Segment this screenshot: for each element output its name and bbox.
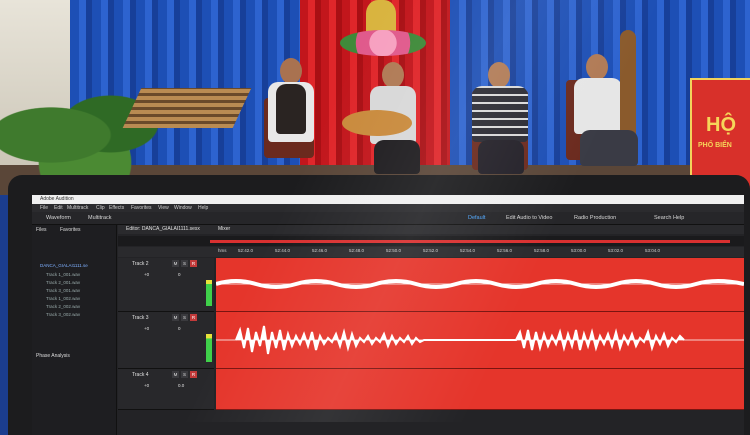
pan-value[interactable]: 0.0	[178, 383, 184, 388]
ruler-tick: 52:46.0	[312, 248, 328, 253]
workspace-radio-production[interactable]: Radio Production	[574, 212, 616, 224]
level-meter	[206, 334, 212, 362]
record-button[interactable]: R	[190, 314, 197, 321]
menu-view[interactable]: View	[158, 204, 169, 212]
record-button[interactable]: R	[190, 371, 197, 378]
editor-header: Editor: DANCA_GIALAI1111.sesx Mixer	[118, 225, 744, 234]
volume-value[interactable]: +0	[144, 326, 149, 331]
session-overview[interactable]	[118, 236, 744, 246]
title-bar: Adobe Audition	[32, 195, 744, 204]
time-units: hms	[218, 248, 227, 253]
app-title: Adobe Audition	[40, 196, 74, 202]
track-lane[interactable]	[216, 312, 744, 369]
menu-edit[interactable]: Edit	[54, 204, 63, 212]
flower-arrangement	[340, 30, 426, 56]
banner-subtitle: PHỐ BIỂN	[698, 142, 732, 149]
solo-button[interactable]: S	[181, 314, 188, 321]
pan-value[interactable]: 0	[178, 272, 181, 277]
menu-bar: File Edit Multitrack Clip Effects Favori…	[32, 204, 744, 212]
file-item[interactable]: Track 1_001.wav	[46, 272, 80, 277]
file-item[interactable]: Track 3_001.wav	[46, 288, 80, 293]
menu-window[interactable]: Window	[174, 204, 192, 212]
ruler-tick: 52:56.0	[497, 248, 513, 253]
menu-effects[interactable]: Effects	[109, 204, 124, 212]
file-item[interactable]: Track 3_002.wav	[46, 312, 80, 317]
volume-value[interactable]: +0	[144, 383, 149, 388]
track-lane[interactable]	[216, 258, 744, 312]
banner-title: HỘ	[706, 114, 736, 136]
solo-button[interactable]: S	[181, 371, 188, 378]
track-name[interactable]: Track 4	[132, 372, 148, 378]
track-header: Track 4 M S R +0 0.0	[118, 369, 214, 410]
track-header: Track 2 M S R +0 0	[118, 258, 214, 312]
ruler-tick: 52:50.0	[386, 248, 402, 253]
menu-clip[interactable]: Clip	[96, 204, 105, 212]
favorites-tab[interactable]: Favorites	[60, 227, 81, 233]
track-name[interactable]: Track 3	[132, 315, 148, 321]
solo-button[interactable]: S	[181, 260, 188, 267]
file-item[interactable]: Track 2_002.wav	[46, 304, 80, 309]
phase-analysis-panel[interactable]: Phase Analysis	[36, 353, 70, 359]
time-ruler[interactable]: hms 52:42.0 52:44.0 52:46.0 52:48.0 52:5…	[118, 247, 744, 257]
file-item[interactable]: DANCA_GIALAI1111.se	[40, 263, 88, 268]
search-help[interactable]: Search Help	[654, 212, 684, 224]
toolbar: Waveform Multitrack Default Edit Audio t…	[32, 212, 744, 225]
files-tab[interactable]: Files	[36, 227, 47, 233]
workspace-default[interactable]: Default	[468, 212, 485, 224]
workspace-edit-audio-to-video[interactable]: Edit Audio to Video	[506, 212, 552, 224]
volume-value[interactable]: +0	[144, 272, 149, 277]
menu-help[interactable]: Help	[198, 204, 208, 212]
ruler-tick: 52:48.0	[349, 248, 365, 253]
ruler-tick: 52:54.0	[460, 248, 476, 253]
statue	[366, 0, 396, 34]
track-lane[interactable]	[216, 369, 744, 410]
file-item[interactable]: Track 1_002.wav	[46, 296, 80, 301]
ruler-tick: 53:00.0	[571, 248, 587, 253]
file-item[interactable]: Track 2_001.wav	[46, 280, 80, 285]
ruler-tick: 52:42.0	[238, 248, 254, 253]
files-panel: Files Favorites DANCA_GIALAI1111.se Trac…	[32, 225, 117, 435]
ruler-tick: 52:52.0	[423, 248, 439, 253]
menu-multitrack[interactable]: Multitrack	[67, 204, 88, 212]
waveform-button[interactable]: Waveform	[46, 212, 71, 224]
multitrack-button[interactable]: Multitrack	[88, 212, 112, 224]
ruler-tick: 53:02.0	[608, 248, 624, 253]
level-meter	[206, 280, 212, 306]
mute-button[interactable]: M	[172, 260, 179, 267]
waveform-track-3	[216, 325, 744, 355]
waveform-track-2	[216, 279, 744, 289]
mixer-tab[interactable]: Mixer	[218, 225, 230, 234]
track-name[interactable]: Track 2	[132, 261, 148, 267]
ruler-tick: 52:58.0	[534, 248, 550, 253]
pan-value[interactable]: 0	[178, 326, 181, 331]
track-header: Track 3 M S R +0 0	[118, 312, 214, 369]
record-button[interactable]: R	[190, 260, 197, 267]
ruler-tick: 53:04.0	[645, 248, 661, 253]
overview-bar	[210, 240, 730, 243]
laptop: Adobe Audition File Edit Multitrack Clip…	[8, 175, 750, 435]
mute-button[interactable]: M	[172, 314, 179, 321]
audition-window: Adobe Audition File Edit Multitrack Clip…	[32, 195, 744, 435]
ruler-tick: 52:44.0	[275, 248, 291, 253]
bamboo-xylophone	[122, 88, 252, 128]
editor-tab[interactable]: Editor: DANCA_GIALAI1111.sesx	[126, 225, 200, 234]
menu-file[interactable]: File	[40, 204, 48, 212]
menu-favorites[interactable]: Favorites	[131, 204, 152, 212]
mute-button[interactable]: M	[172, 371, 179, 378]
